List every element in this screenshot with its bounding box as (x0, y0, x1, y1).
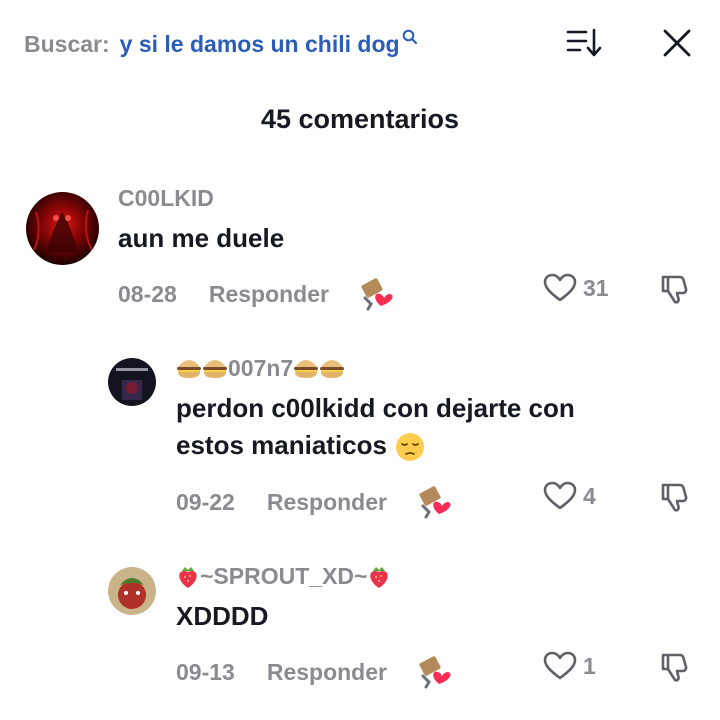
comment-date: 09-13 (176, 658, 235, 685)
dislike-icon[interactable] (660, 481, 692, 513)
pensive-face-icon (396, 433, 425, 462)
comment-date: 09-22 (176, 488, 235, 515)
comment-meta: 08-28 Responder (118, 276, 397, 312)
reply-item: 007n7 perdon c00lkidd con dejarte con es… (0, 350, 720, 530)
reply-button[interactable]: Responder (209, 281, 329, 308)
comment-text-line: perdon c00lkidd con dejarte con (176, 393, 575, 423)
reply-item: ~SPROUT_XD~ XDDDD 09-13 Responder 1 (0, 558, 720, 708)
username[interactable]: C00LKID (118, 185, 214, 212)
reply-button[interactable]: Responder (267, 489, 387, 516)
like-button[interactable]: 31 (543, 270, 609, 306)
comment-date: 08-28 (118, 280, 177, 307)
search-icon[interactable] (402, 29, 418, 45)
heart-icon[interactable] (543, 651, 577, 681)
avatar[interactable] (26, 192, 99, 265)
heart-icon[interactable] (543, 481, 577, 511)
username-text[interactable]: 007n7 (228, 355, 293, 382)
like-count: 4 (583, 482, 596, 509)
sort-icon[interactable] (566, 27, 602, 59)
comment-text: XDDDD (176, 601, 269, 631)
close-icon[interactable] (660, 26, 694, 60)
comment-text: aun me duele (118, 223, 285, 253)
reaction-sticker-icon[interactable] (417, 654, 455, 690)
strawberry-icon (370, 567, 389, 588)
reply-button[interactable]: Responder (267, 659, 387, 686)
strawberry-icon (179, 567, 197, 588)
comment-text-line-2: estos maniaticos (176, 427, 575, 464)
like-count: 1 (583, 652, 596, 679)
comment-text: perdon c00lkidd con dejarte con estos ma… (176, 390, 575, 464)
reaction-sticker-icon[interactable] (417, 484, 455, 520)
reaction-sticker-icon[interactable] (359, 276, 397, 312)
search-query-link[interactable]: y si le damos un chili dog (120, 31, 400, 58)
like-button[interactable]: 1 (543, 648, 596, 684)
username[interactable]: ~SPROUT_XD~ (176, 558, 391, 594)
comment-count-title: 45 comentarios (260, 104, 460, 134)
like-button[interactable]: 4 (543, 478, 596, 514)
avatar[interactable] (108, 358, 156, 406)
dislike-icon[interactable] (660, 273, 692, 305)
heart-icon[interactable] (543, 273, 577, 303)
avatar[interactable] (108, 567, 156, 615)
username[interactable]: 007n7 (176, 350, 345, 386)
username-text[interactable]: ~SPROUT_XD~ (200, 563, 367, 590)
search-bar[interactable]: Buscar: y si le damos un chili dog (24, 26, 418, 62)
burger-icon (294, 360, 319, 378)
comment-item: C00LKID aun me duele 08-28 Responder 31 (0, 180, 720, 320)
search-prefix: Buscar: (24, 30, 110, 57)
burger-icon (203, 360, 227, 378)
comment-meta: 09-22 Responder (176, 484, 455, 520)
dislike-icon[interactable] (660, 651, 692, 683)
comment-text-line: estos maniaticos (176, 430, 387, 460)
like-count: 31 (583, 274, 609, 301)
comment-meta: 09-13 Responder (176, 654, 455, 690)
burger-icon (320, 360, 345, 378)
burger-icon (177, 360, 201, 378)
